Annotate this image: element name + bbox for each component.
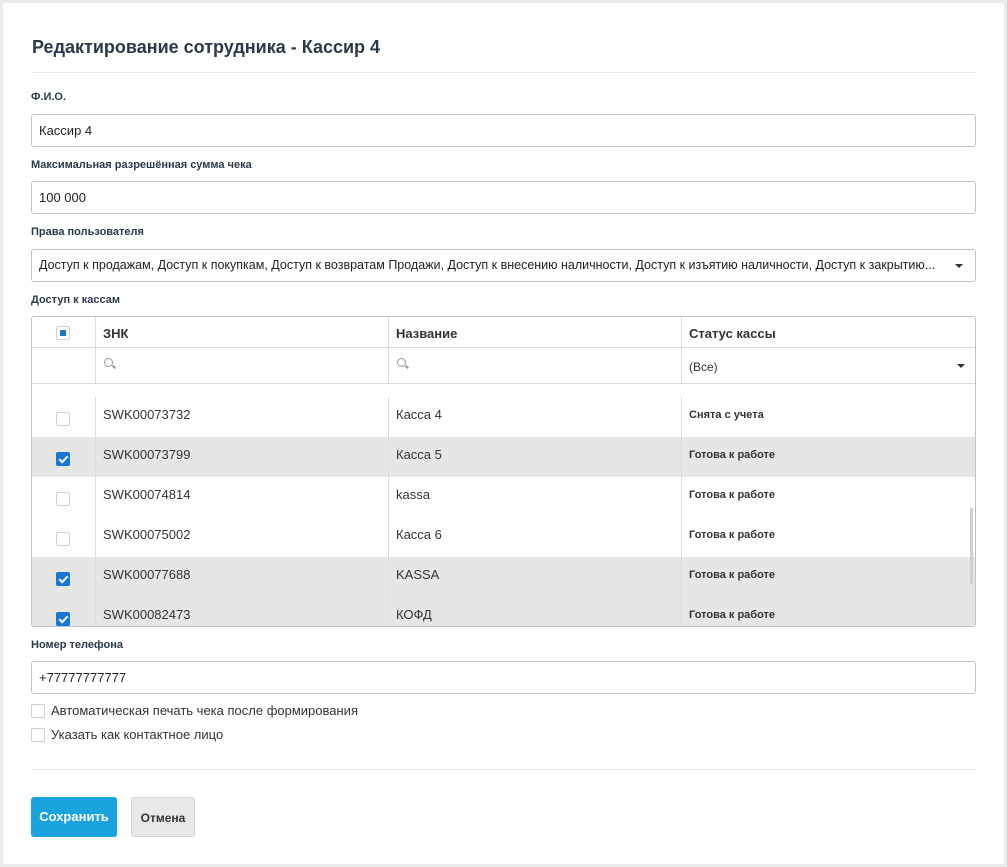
row-status: Готова к работе <box>689 529 776 541</box>
row-name-cell: kassa <box>388 477 681 517</box>
row-znk: SWK00073732 <box>103 407 191 422</box>
row-checkbox-cell <box>32 597 95 626</box>
table-row[interactable]: SWK00074814 kassa Готова к работе <box>32 477 975 517</box>
row-status-cell: Готова к работе <box>681 597 975 626</box>
phone-input[interactable]: +77777777777 <box>31 661 976 694</box>
access-label: Доступ к кассам <box>31 294 120 306</box>
contact-person-label: Указать как контактное лицо <box>51 727 224 742</box>
header-status-label: Статус кассы <box>689 326 776 341</box>
row-checkbox-cell <box>32 397 95 437</box>
row-znk-cell: SWK00077688 <box>95 557 388 597</box>
grid-filter-row: (Все) <box>32 348 975 384</box>
row-name: KASSA <box>396 567 440 582</box>
row-checkbox-cell <box>32 557 95 597</box>
fio-input[interactable]: Кассир 4 <box>31 114 976 147</box>
row-name: Касса 4 <box>396 407 442 422</box>
row-name-cell: KASSA <box>388 557 681 597</box>
row-znk: SWK00073799 <box>103 447 191 462</box>
search-icon <box>104 358 113 367</box>
header-divider <box>31 72 976 73</box>
row-name: КОФД <box>396 607 432 622</box>
header-name[interactable]: Название <box>388 317 681 347</box>
save-button[interactable]: Сохранить <box>31 797 117 837</box>
row-name-cell: КОФД <box>388 597 681 626</box>
auto-print-checkbox[interactable] <box>31 704 45 718</box>
row-znk-cell: SWK00075002 <box>95 517 388 557</box>
row-checkbox[interactable] <box>56 412 70 426</box>
chevron-down-icon <box>957 364 965 368</box>
row-znk-cell: SWK00074814 <box>95 477 388 517</box>
rights-label: Права пользователя <box>31 226 144 238</box>
max-sum-input[interactable]: 100 000 <box>31 181 976 214</box>
status-filter-select[interactable]: (Все) <box>681 348 975 383</box>
row-name: kassa <box>396 487 430 502</box>
edit-employee-dialog: Редактирование сотрудника - Кассир 4 Ф.И… <box>3 3 1004 864</box>
row-status: Готова к работе <box>689 489 776 501</box>
auto-print-label: Автоматическая печать чека после формиро… <box>51 703 358 718</box>
cancel-button[interactable]: Отмена <box>131 797 195 837</box>
cash-registers-grid: ЗНК Название Статус кассы (Все) SWK00073… <box>31 316 976 627</box>
table-row[interactable]: SWK00082473 КОФД Готова к работе <box>32 597 975 626</box>
grid-body: SWK00073732 Касса 4 Снята с учета SWK000737… <box>32 384 975 626</box>
row-status: Готова к работе <box>689 449 776 461</box>
row-checkbox-cell <box>32 517 95 557</box>
rights-select[interactable]: Доступ к продажам, Доступ к покупкам, До… <box>31 249 976 282</box>
status-filter-value: (Все) <box>689 360 718 374</box>
table-row[interactable]: SWK00073732 Касса 4 Снята с учета <box>32 397 975 437</box>
row-checkbox[interactable] <box>56 452 70 466</box>
row-znk: SWK00077688 <box>103 567 191 582</box>
table-row[interactable]: SWK00073799 Касса 5 Готова к работе <box>32 437 975 477</box>
row-checkbox[interactable] <box>56 612 70 626</box>
header-checkbox-cell <box>32 317 95 347</box>
grid-header-row: ЗНК Название Статус кассы <box>32 317 975 348</box>
grid-scrollbar[interactable] <box>970 508 973 584</box>
max-sum-label: Максимальная разрешённая сумма чека <box>31 159 252 171</box>
row-status: Готова к работе <box>689 569 776 581</box>
row-status-cell: Готова к работе <box>681 477 975 517</box>
row-name: Касса 6 <box>396 527 442 542</box>
row-znk-cell: SWK00073732 <box>95 397 388 437</box>
footer-divider <box>31 769 976 770</box>
contact-person-checkbox[interactable] <box>31 728 45 742</box>
row-znk: SWK00082473 <box>103 607 191 622</box>
header-znk[interactable]: ЗНК <box>95 317 388 347</box>
znk-filter-input[interactable] <box>95 348 388 383</box>
header-name-label: Название <box>396 326 458 341</box>
row-status-cell: Готова к работе <box>681 517 975 557</box>
row-znk-cell: SWK00073799 <box>95 437 388 477</box>
row-znk: SWK00074814 <box>103 487 191 502</box>
rights-select-value: Доступ к продажам, Доступ к покупкам, До… <box>39 258 936 272</box>
row-status: Готова к работе <box>689 609 776 621</box>
header-znk-label: ЗНК <box>103 326 129 341</box>
row-name-cell: Касса 6 <box>388 517 681 557</box>
row-status-cell: Готова к работе <box>681 437 975 477</box>
header-status[interactable]: Статус кассы <box>681 317 975 347</box>
table-row[interactable]: SWK00075002 Касса 6 Готова к работе <box>32 517 975 557</box>
row-checkbox[interactable] <box>56 532 70 546</box>
phone-label: Номер телефона <box>31 639 123 651</box>
row-status-cell: Готова к работе <box>681 557 975 597</box>
row-status: Снята с учета <box>689 409 764 421</box>
fio-label: Ф.И.О. <box>31 91 67 103</box>
row-status-cell: Снята с учета <box>681 397 975 437</box>
row-checkbox-cell <box>32 477 95 517</box>
auto-print-option[interactable]: Автоматическая печать чека после формиро… <box>31 703 358 718</box>
search-icon <box>397 358 406 367</box>
table-row[interactable]: SWK00077688 KASSA Готова к работе <box>32 557 975 597</box>
row-checkbox[interactable] <box>56 492 70 506</box>
row-znk-cell: SWK00082473 <box>95 597 388 626</box>
row-name-cell: Касса 5 <box>388 437 681 477</box>
chevron-down-icon <box>955 264 963 268</box>
contact-person-option[interactable]: Указать как контактное лицо <box>31 727 223 742</box>
filter-empty-cell <box>32 348 95 383</box>
dialog-title: Редактирование сотрудника - Кассир 4 <box>32 37 381 57</box>
row-name: Касса 5 <box>396 447 442 462</box>
row-checkbox-cell <box>32 437 95 477</box>
row-checkbox[interactable] <box>56 572 70 586</box>
select-all-checkbox[interactable] <box>56 326 70 340</box>
row-name-cell: Касса 4 <box>388 397 681 437</box>
name-filter-input[interactable] <box>388 348 681 383</box>
row-znk: SWK00075002 <box>103 527 191 542</box>
